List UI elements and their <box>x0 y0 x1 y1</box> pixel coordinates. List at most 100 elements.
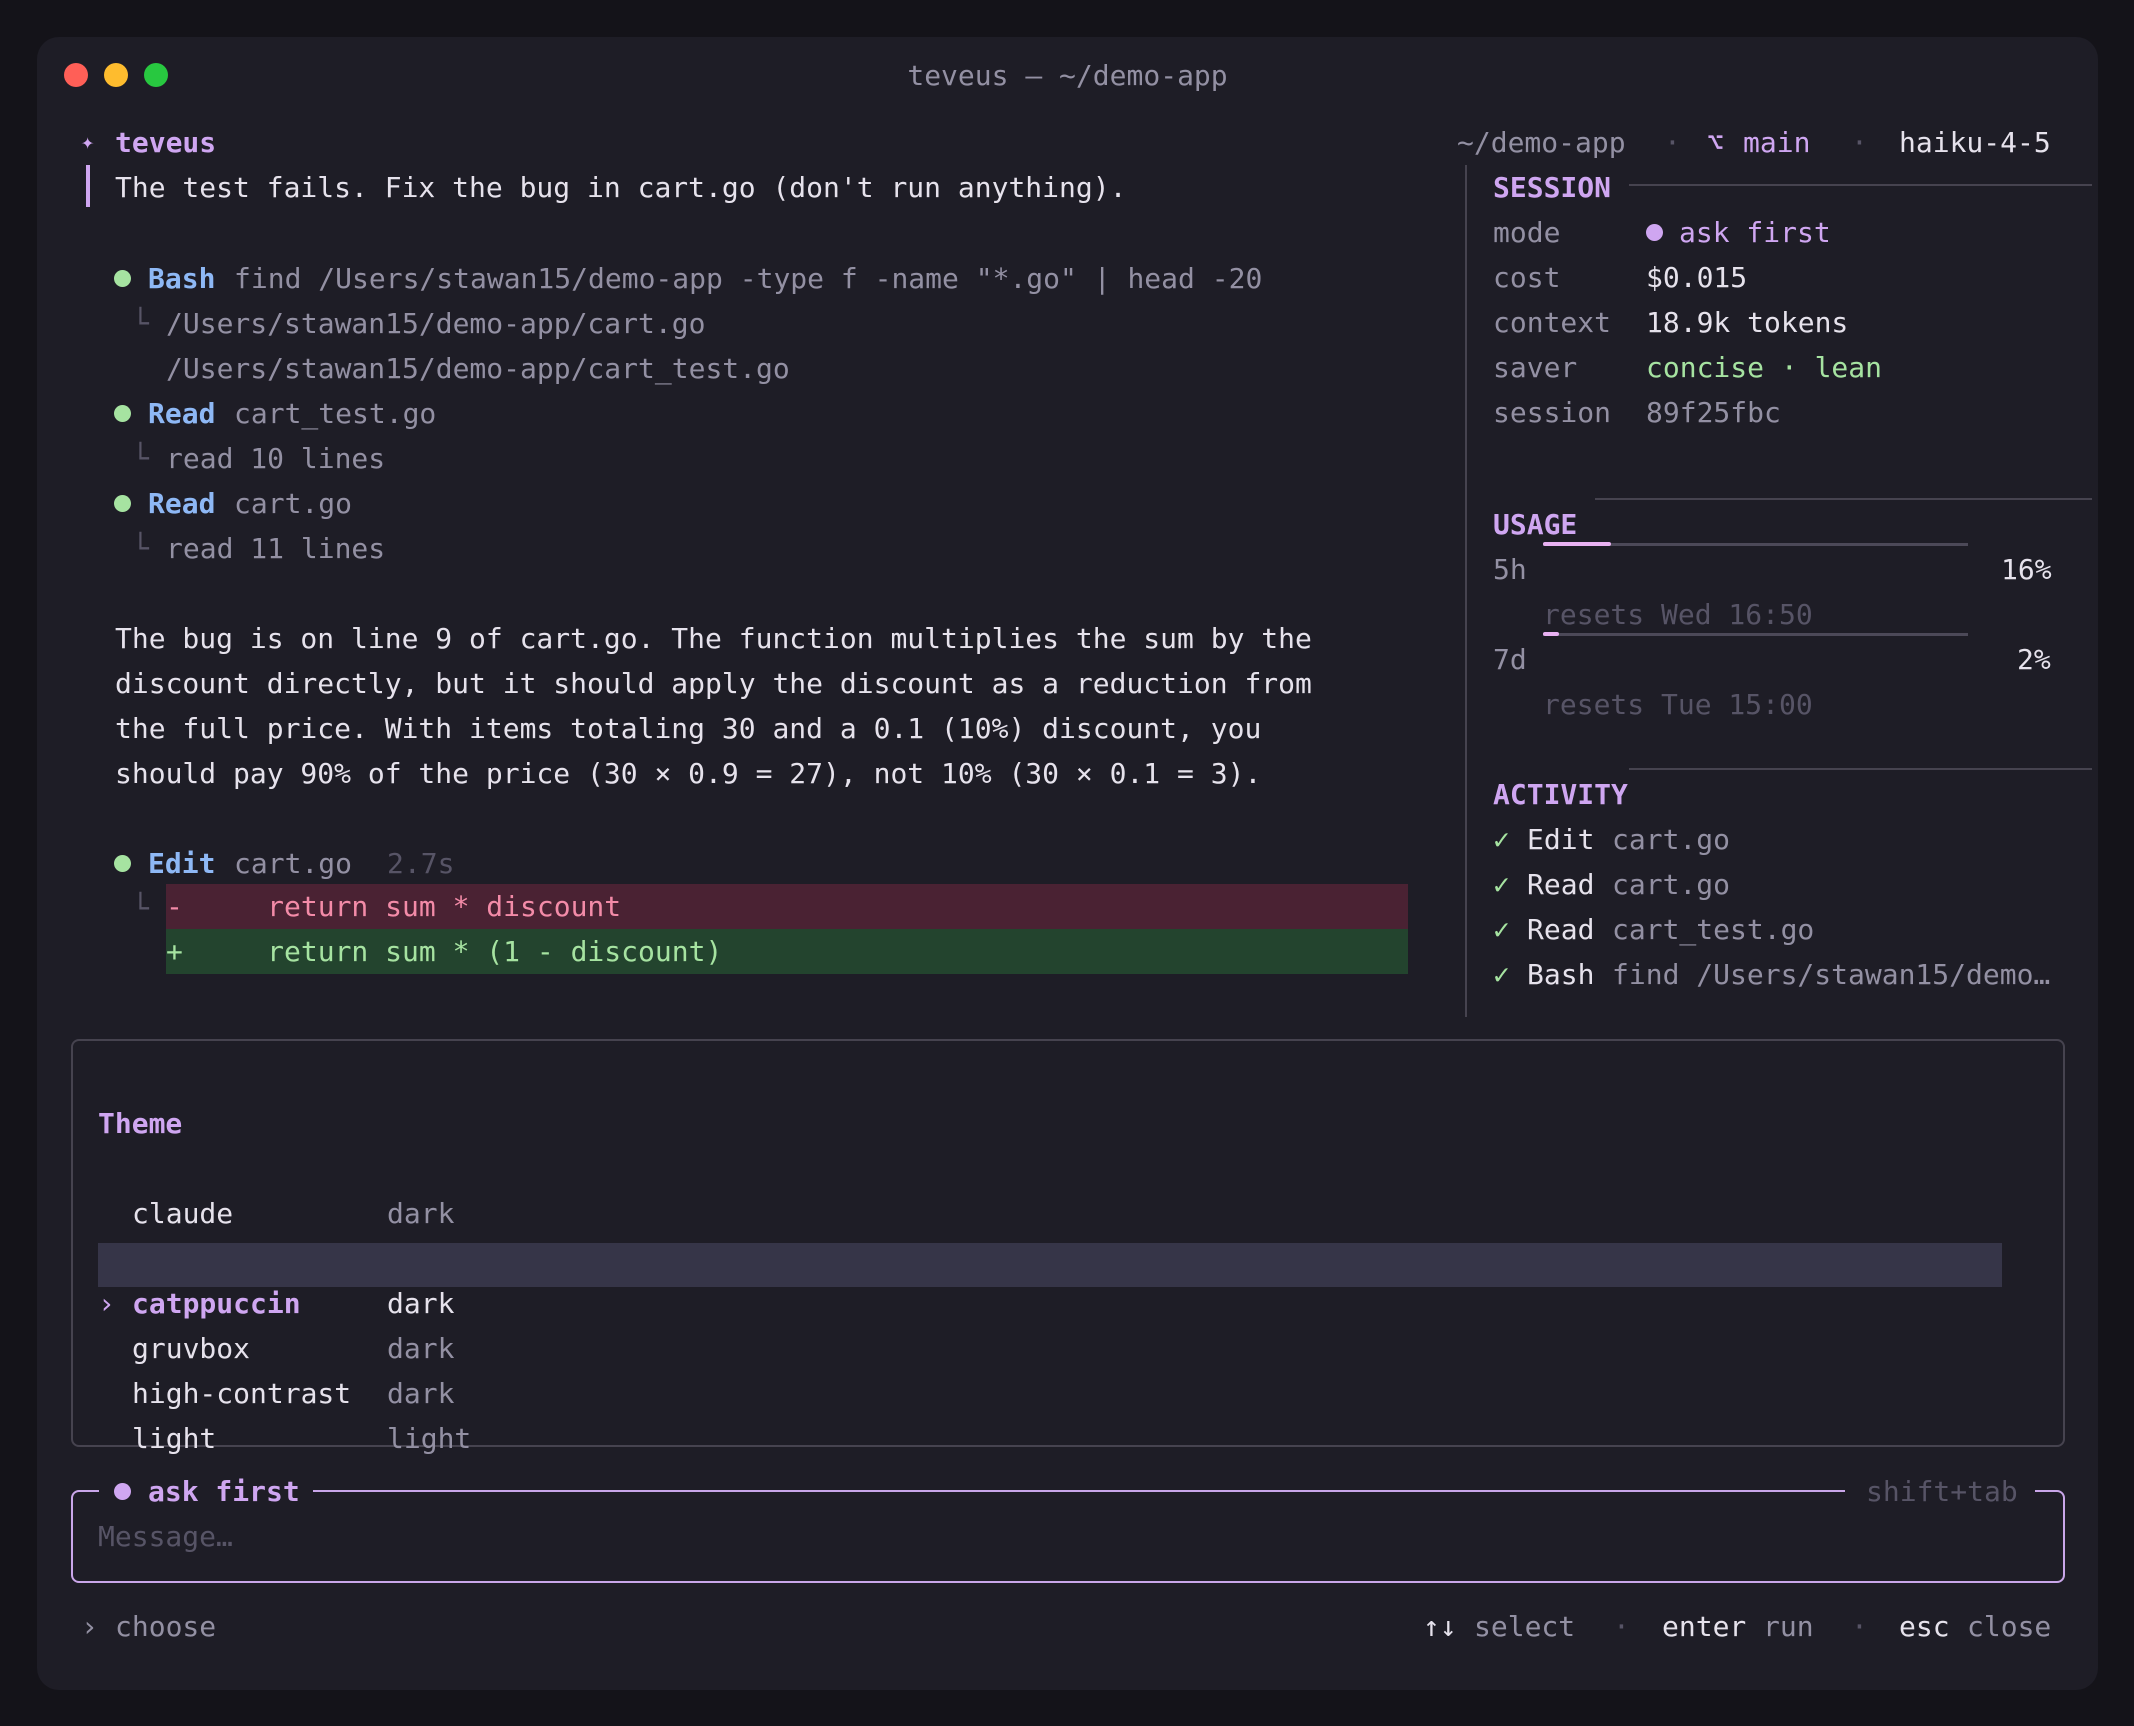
header-branch: main <box>1743 126 1811 159</box>
session-heading: SESSION <box>1493 171 1612 204</box>
usage-bar-fill <box>1543 632 1559 636</box>
mode-dot <box>1646 224 1663 241</box>
footer-prompt-icon: › <box>81 1610 98 1643</box>
session-key: session <box>1493 396 1612 429</box>
theme-option-kind: dark <box>387 1332 455 1365</box>
usage-bar-track <box>1543 633 1968 636</box>
tool-arg: cart_test.go <box>234 397 437 430</box>
section-rule <box>1629 768 2092 770</box>
session-key: context <box>1493 306 1612 339</box>
branch-icon: ⌥ <box>1707 126 1724 159</box>
theme-option-catppuccin[interactable]: catppuccin <box>132 1281 301 1326</box>
assistant-text-line: The bug is on line 9 of cart.go. The fun… <box>115 622 1312 655</box>
session-key: saver <box>1493 351 1578 384</box>
tool-output-line: read 10 lines <box>166 442 386 475</box>
footer-enter-label: run <box>1763 1610 1814 1643</box>
input-mode-label[interactable]: ask first <box>148 1469 300 1514</box>
tool-duration: 2.7s <box>387 847 455 880</box>
tree-connector-icon: └ <box>132 307 149 340</box>
theme-option-gruvbox[interactable]: gruvbox <box>132 1326 250 1371</box>
tool-arg: cart.go <box>234 847 353 880</box>
session-value-saver: concise · lean <box>1646 351 1883 384</box>
tool-name: Read <box>148 397 216 430</box>
footer-esc-label: close <box>1967 1610 2052 1643</box>
header-separator: · <box>1664 126 1681 159</box>
theme-option-kind: dark <box>387 1197 455 1230</box>
session-key: mode <box>1493 216 1561 249</box>
activity-arg: cart.go <box>1612 868 1731 901</box>
activity-arg: find /Users/stawan15/demo… <box>1612 958 2051 991</box>
tree-connector-icon: └ <box>132 532 149 565</box>
usage-percent: 16% <box>2001 553 2052 586</box>
tool-arg: find /Users/stawan15/demo-app -type f -n… <box>234 262 1263 295</box>
usage-label: 5h <box>1493 553 1527 586</box>
tool-status-dot <box>114 405 131 422</box>
footer-select-label: select <box>1474 1610 1576 1643</box>
tree-connector-icon: └ <box>132 892 149 925</box>
theme-option-high-contrast[interactable]: high-contrast <box>132 1371 351 1416</box>
tool-name: Read <box>148 487 216 520</box>
activity-tool: Read <box>1527 913 1595 946</box>
tree-connector-icon: └ <box>132 442 149 475</box>
activity-tool: Bash <box>1527 958 1595 991</box>
tool-name: Edit <box>148 847 216 880</box>
terminal-window: teveus — ~/demo-app ✦ teveus ~/demo-app … <box>37 37 2098 1690</box>
message-input-box[interactable] <box>71 1490 2065 1583</box>
tool-output-line: /Users/stawan15/demo-app/cart.go <box>166 307 706 340</box>
theme-option-selected-row[interactable] <box>98 1243 2002 1287</box>
footer-choose-label: choose <box>115 1610 217 1643</box>
assistant-text-line: discount directly, but it should apply t… <box>115 667 1312 700</box>
theme-option-light[interactable]: light <box>132 1416 216 1461</box>
footer-separator: · <box>1851 1610 1868 1643</box>
usage-label: 7d <box>1493 643 1527 676</box>
tool-status-dot <box>114 855 131 872</box>
activity-arg: cart.go <box>1612 823 1731 856</box>
tool-name: Bash <box>148 262 216 295</box>
usage-reset: resets Tue 15:00 <box>1543 688 1813 721</box>
check-icon: ✓ <box>1493 823 1510 856</box>
header-separator: · <box>1851 126 1868 159</box>
footer-esc-key: esc <box>1899 1610 1950 1643</box>
tool-output-line: read 11 lines <box>166 532 386 565</box>
usage-heading: USAGE <box>1493 508 1578 541</box>
usage-percent: 2% <box>2017 643 2051 676</box>
theme-option-kind: dark <box>387 1287 455 1320</box>
diff-added-text: + return sum * (1 - discount) <box>166 935 723 968</box>
footer-enter-key: enter <box>1662 1610 1747 1643</box>
activity-tool: Read <box>1527 868 1595 901</box>
arrows-updown-icon: ↑↓ <box>1423 1610 1457 1643</box>
footer-separator: · <box>1613 1610 1630 1643</box>
tool-status-dot <box>114 270 131 287</box>
user-prompt: The test fails. Fix the bug in cart.go (… <box>115 171 1127 204</box>
activity-heading: ACTIVITY <box>1493 778 1628 811</box>
message-input[interactable]: Message… <box>98 1514 233 1559</box>
sidebar-divider <box>1465 165 1467 1017</box>
session-value-context: 18.9k tokens <box>1646 306 1849 339</box>
tool-arg: cart.go <box>234 487 353 520</box>
usage-bar-fill <box>1543 542 1611 546</box>
tool-output-line: /Users/stawan15/demo-app/cart_test.go <box>166 352 790 385</box>
theme-picker-title: Theme <box>98 1107 183 1140</box>
usage-reset: resets Wed 16:50 <box>1543 598 1813 631</box>
assistant-text-line: the full price. With items totaling 30 a… <box>115 712 1262 745</box>
session-value-id: 89f25fbc <box>1646 396 1781 429</box>
assistant-text-line: should pay 90% of the price (30 × 0.9 = … <box>115 757 1262 790</box>
session-key: cost <box>1493 261 1561 294</box>
sparkle-icon: ✦ <box>81 130 95 155</box>
prompt-quote-bar <box>86 165 90 207</box>
header-model: haiku-4-5 <box>1899 126 2051 159</box>
mode-dot <box>114 1483 131 1500</box>
tool-status-dot <box>114 495 131 512</box>
section-rule <box>1629 184 2092 186</box>
check-icon: ✓ <box>1493 913 1510 946</box>
check-icon: ✓ <box>1493 958 1510 991</box>
header-path: ~/demo-app <box>1457 126 1626 159</box>
activity-arg: cart_test.go <box>1612 913 1815 946</box>
window-title: teveus — ~/demo-app <box>907 59 1228 92</box>
theme-option-kind: dark <box>387 1377 455 1410</box>
section-rule <box>1595 498 2092 500</box>
session-value-cost: $0.015 <box>1646 261 1748 294</box>
theme-option-claude[interactable]: claude <box>132 1191 233 1236</box>
theme-option-kind: light <box>387 1422 472 1455</box>
diff-removed-text: - return sum * discount <box>166 890 622 923</box>
